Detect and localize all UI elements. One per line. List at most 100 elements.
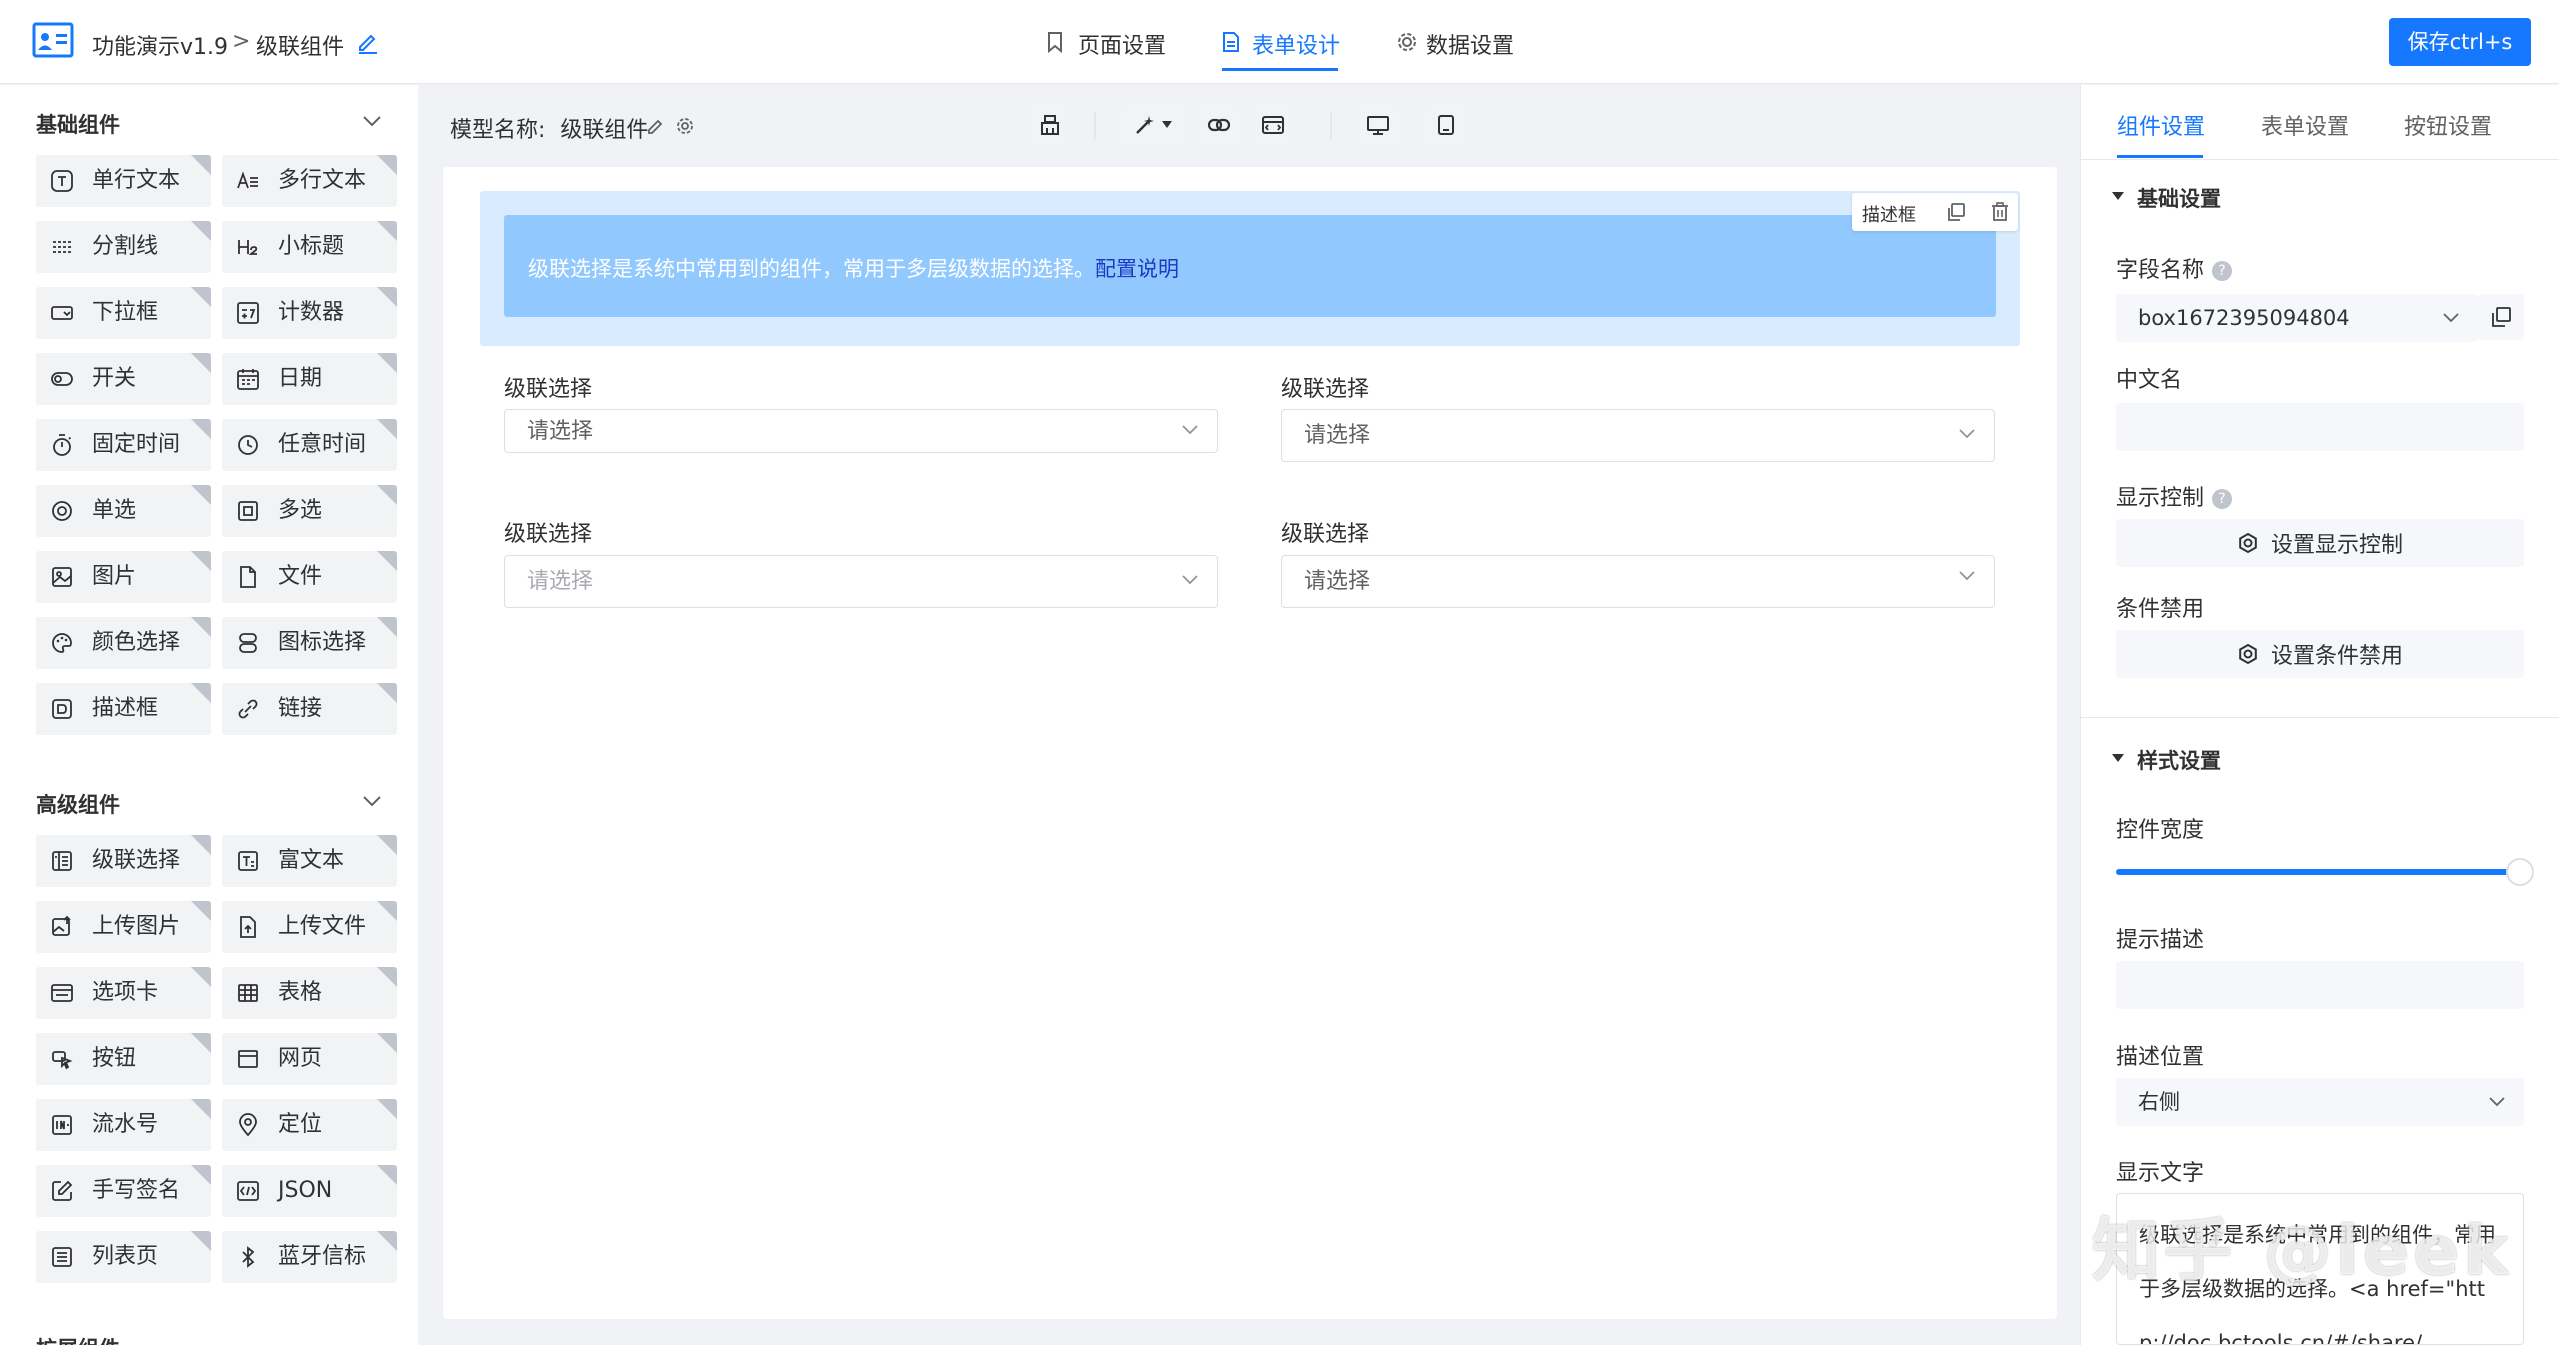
hint-input[interactable] [2116, 961, 2524, 1009]
cascader-select[interactable]: 请选择 [504, 409, 1218, 453]
drag-corner-marker [191, 551, 211, 571]
active-tab-underline [2117, 155, 2203, 158]
drag-corner-marker [377, 901, 397, 921]
component-label: 表格 [278, 980, 323, 1005]
component-item[interactable]: 分割线 [36, 221, 211, 273]
copy-field-name-button[interactable] [2478, 294, 2524, 340]
copy-icon[interactable] [1946, 202, 1966, 222]
component-item[interactable]: 计数器 [222, 287, 397, 339]
tab-component-settings[interactable]: 组件设置 [2117, 109, 2205, 141]
clear-canvas-button[interactable] [1030, 105, 1070, 145]
component-item[interactable]: 日期 [222, 353, 397, 405]
cascader-select[interactable]: 请选择 [1281, 409, 1995, 462]
component-item[interactable]: 选项卡 [36, 967, 211, 1019]
app-logo-icon [32, 22, 74, 58]
component-item[interactable]: 上传图片 [36, 901, 211, 953]
drag-corner-marker [191, 485, 211, 505]
select-placeholder: 请选择 [527, 419, 594, 444]
checkbox-icon [236, 499, 260, 523]
gear-icon [2239, 532, 2257, 554]
stopwatch-icon [50, 433, 74, 457]
app-name[interactable]: 功能演示v1.9 [92, 29, 228, 61]
json-icon [236, 1179, 260, 1203]
component-item[interactable]: 链接 [222, 683, 397, 735]
field-name-select[interactable]: box1672395094804 [2116, 294, 2478, 342]
component-item[interactable]: 蓝牙信标 [222, 1231, 397, 1283]
component-item[interactable]: 网页 [222, 1033, 397, 1085]
button-label: 设置条件禁用 [2270, 644, 2403, 669]
help-icon[interactable]: ? [2212, 261, 2233, 281]
magic-dropdown-button[interactable] [1120, 105, 1186, 145]
component-item[interactable]: 列表页 [36, 1231, 211, 1283]
tab-label: 页面设置 [1078, 34, 1167, 59]
edit-name-icon[interactable] [356, 30, 380, 54]
component-item[interactable]: 定位 [222, 1099, 397, 1151]
help-icon[interactable]: ? [2212, 489, 2233, 509]
component-item[interactable]: 流水号 [36, 1099, 211, 1151]
component-item[interactable]: 文件 [222, 551, 397, 603]
component-item[interactable]: 多行文本 [222, 155, 397, 207]
select-placeholder: 请选择 [1304, 423, 1371, 448]
drag-corner-marker [191, 617, 211, 637]
component-item[interactable]: 下拉框 [36, 287, 211, 339]
component-item[interactable]: 开关 [36, 353, 211, 405]
component-item[interactable]: 单行文本 [36, 155, 211, 207]
component-item[interactable]: 表格 [222, 967, 397, 1019]
tablet-icon [1438, 115, 1454, 135]
cascader-select[interactable]: 请选择 [504, 555, 1218, 608]
component-item[interactable]: 任意时间 [222, 419, 397, 471]
component-item[interactable]: 单选 [36, 485, 211, 537]
field-label: 级联选择 [504, 522, 593, 547]
component-item[interactable]: 图片 [36, 551, 211, 603]
cn-name-input[interactable] [2116, 403, 2524, 451]
chevron-down-icon[interactable] [362, 115, 382, 127]
component-label: 上传文件 [278, 914, 367, 939]
tab-button-settings[interactable]: 按钮设置 [2404, 109, 2492, 141]
description-box-selected[interactable]: 级联选择是系统中常用到的组件，常用于多层级数据的选择。配置说明 描述框 [480, 191, 2020, 346]
drag-corner-marker [377, 967, 397, 987]
component-item[interactable]: 小标题 [222, 221, 397, 273]
component-item[interactable]: 图标选择 [222, 617, 397, 669]
cascader-select[interactable]: 请选择 [1281, 555, 1995, 608]
trash-icon[interactable] [1990, 202, 2010, 222]
component-label: 单行文本 [92, 168, 181, 193]
drag-corner-marker [191, 155, 211, 175]
monitor-icon [1367, 116, 1389, 135]
component-item[interactable]: 上传文件 [222, 901, 397, 953]
component-item[interactable]: 富文本 [222, 835, 397, 887]
alert-doc-link[interactable]: 配置说明 [1095, 257, 1179, 281]
field-label: 级联选择 [504, 377, 593, 402]
model-settings-icon[interactable] [675, 116, 695, 136]
drag-corner-marker [191, 419, 211, 439]
page-name: 级联组件 [256, 35, 345, 60]
desc-position-select[interactable]: 右侧 [2116, 1078, 2524, 1126]
component-item[interactable]: 级联选择 [36, 835, 211, 887]
toolbar-divider [1330, 112, 1332, 140]
set-condition-disable-button[interactable]: 设置条件禁用 [2116, 630, 2524, 678]
save-button[interactable]: 保存ctrl+s [2389, 18, 2531, 66]
link-logic-button[interactable] [1198, 105, 1240, 145]
edit-model-icon[interactable] [646, 116, 666, 136]
caret-down-icon[interactable] [2111, 191, 2125, 201]
component-label: 描述框 [92, 696, 159, 721]
component-item[interactable]: 手写签名 [36, 1165, 211, 1217]
desktop-view-button[interactable] [1356, 105, 1400, 145]
mobile-view-button[interactable] [1424, 105, 1468, 145]
component-label: 蓝牙信标 [278, 1244, 367, 1269]
component-item[interactable]: 固定时间 [36, 419, 211, 471]
component-toolbar: 描述框 [1852, 193, 2018, 231]
width-slider-handle[interactable] [2506, 858, 2534, 886]
component-item[interactable]: JSON [222, 1165, 397, 1217]
set-display-control-button[interactable]: 设置显示控制 [2116, 519, 2524, 567]
component-item[interactable]: 多选 [222, 485, 397, 537]
chevron-down-icon[interactable] [362, 795, 382, 807]
toolbar-divider [1094, 112, 1096, 140]
width-slider-track[interactable] [2116, 858, 2534, 886]
chevron-down-icon [1182, 425, 1198, 435]
component-item[interactable]: 颜色选择 [36, 617, 211, 669]
component-item[interactable]: 按钮 [36, 1033, 211, 1085]
tab-form-settings[interactable]: 表单设置 [2261, 109, 2349, 141]
code-preview-button[interactable] [1252, 105, 1294, 145]
caret-down-icon[interactable] [2111, 753, 2125, 763]
component-item[interactable]: 描述框 [36, 683, 211, 735]
